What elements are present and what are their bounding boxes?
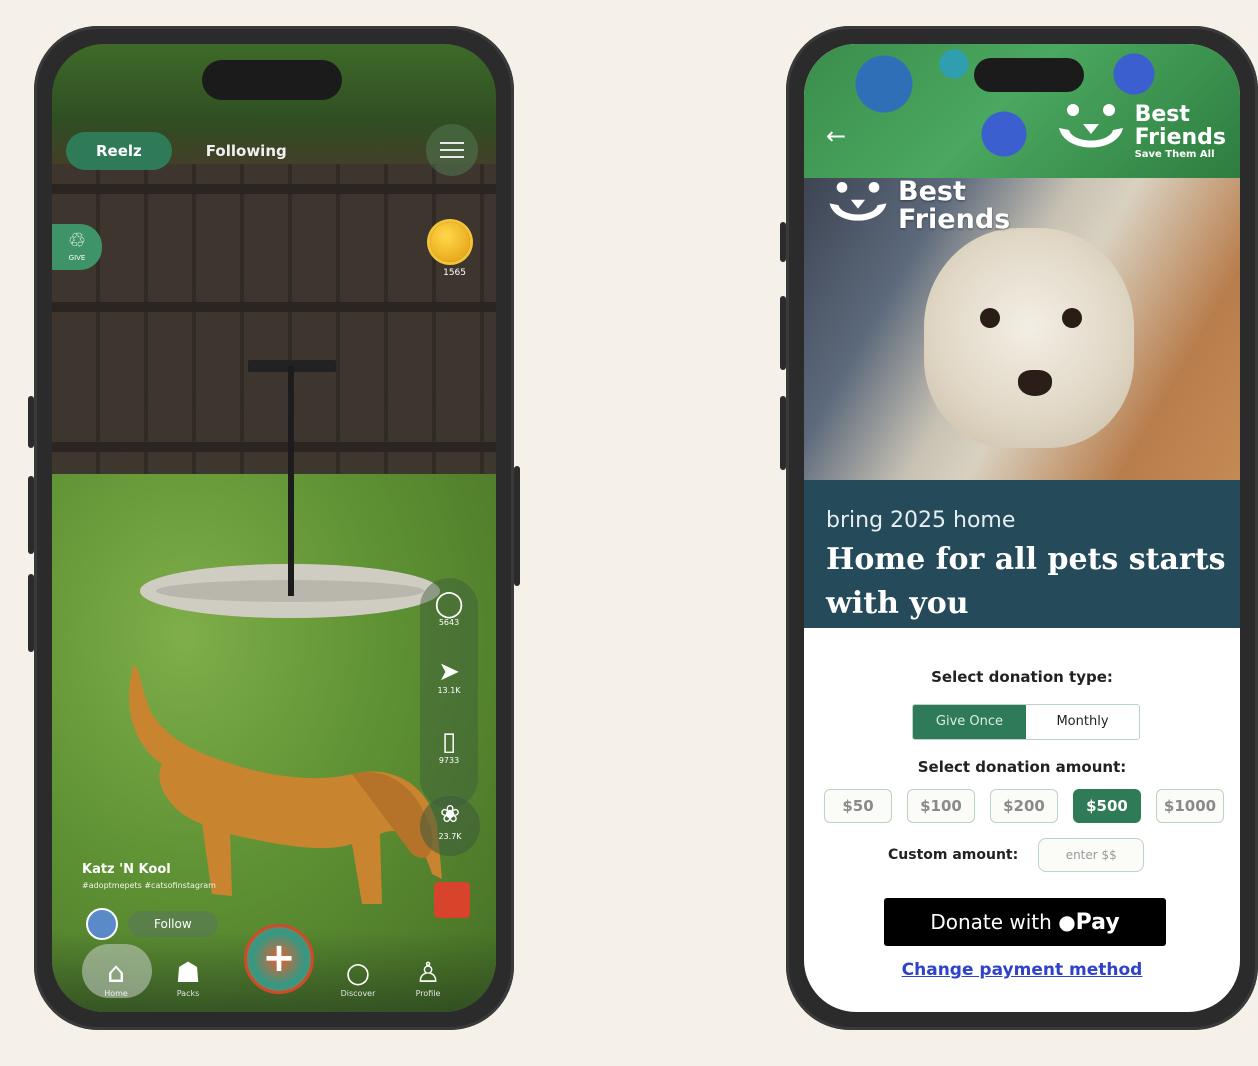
- coin-icon[interactable]: [430, 222, 470, 262]
- donation-type-label: Select donation type:: [931, 668, 1113, 686]
- action-rail: ◯ 5643 ➤ 13.1K ▯ 9733: [420, 578, 478, 808]
- side-button: [28, 574, 34, 652]
- paw-icon: ❀: [439, 800, 461, 828]
- bookmark-count: 9733: [438, 756, 460, 765]
- campaign-banner: bring 2025 home Home for all pets starts…: [804, 480, 1240, 628]
- creator-info: Katz 'N Kool #adoptmepets #catsofinstagr…: [82, 862, 216, 890]
- bookmark-button[interactable]: ▯ 9733: [420, 728, 478, 765]
- dog-eye: [980, 308, 1000, 328]
- feed-tabs: Reelz Following: [66, 132, 287, 170]
- photo-logo: Best Friends: [826, 178, 1010, 234]
- power-button: [514, 466, 520, 586]
- brand-line-2: Friends: [1134, 124, 1226, 150]
- comment-icon: ◯: [434, 589, 464, 619]
- comment-count: 5643: [438, 618, 460, 627]
- home-icon: ⌂: [107, 956, 125, 989]
- brand-logo: Best Friends Save Them All: [1055, 102, 1226, 160]
- nav-home-label: Home: [104, 989, 128, 998]
- paw-count: 23.7K: [438, 832, 462, 841]
- brand-tagline: Save Them All: [1134, 148, 1215, 160]
- side-button: [28, 476, 34, 554]
- monthly-option[interactable]: Monthly: [1026, 705, 1139, 739]
- video-fence-rail: [52, 442, 496, 452]
- nav-discover-label: Discover: [340, 989, 376, 998]
- reelz-screen: Reelz Following ♲ GIVE 1565 ◯ 5643 ➤ 13.…: [52, 44, 496, 1012]
- apple-pay-prefix: Donate with: [930, 910, 1052, 934]
- nav-profile[interactable]: ♙ Profile: [398, 956, 458, 999]
- creator-tags: #adoptmepets #catsofinstagram: [82, 881, 216, 890]
- photo-brand-line-1: Best: [898, 176, 966, 207]
- menu-icon-bar: [440, 149, 464, 151]
- donation-screen: ← Best Friends Save Them All Best Friend…: [804, 44, 1240, 1012]
- amount-options: $50 $100 $200 $500 $1000: [824, 789, 1224, 823]
- nav-profile-label: Profile: [415, 989, 441, 998]
- share-icon: ➤: [438, 657, 460, 687]
- donation-amount-label: Select donation amount:: [917, 758, 1127, 776]
- best-friends-logo-icon: [1058, 104, 1123, 148]
- custom-amount-label: Custom amount:: [888, 847, 1019, 863]
- paw-button[interactable]: ❀ 23.7K: [420, 796, 480, 856]
- video-stand: [288, 366, 294, 596]
- apple-pay-suffix: Pay: [1075, 910, 1120, 935]
- best-friends-logo-icon: [829, 182, 887, 221]
- change-payment-link[interactable]: Change payment method: [804, 960, 1240, 980]
- clapper-icon[interactable]: [434, 882, 470, 918]
- coin-count: 1565: [443, 268, 466, 278]
- give-button[interactable]: ♲ GIVE: [52, 224, 102, 270]
- nav-home[interactable]: ⌂ Home: [86, 956, 146, 999]
- amount-option-50[interactable]: $50: [824, 789, 892, 823]
- back-arrow-icon[interactable]: ←: [826, 122, 846, 150]
- dynamic-island: [202, 60, 342, 100]
- hero-photo: Best Friends: [804, 178, 1240, 480]
- hero-dog: [924, 228, 1134, 448]
- side-button: [780, 296, 786, 370]
- amount-option-100[interactable]: $100: [907, 789, 975, 823]
- share-button[interactable]: ➤ 13.1K: [420, 658, 478, 695]
- bookmark-icon: ▯: [441, 727, 457, 757]
- menu-button[interactable]: [426, 124, 478, 176]
- nav-packs[interactable]: ☗ Packs: [158, 956, 218, 999]
- amount-option-1000[interactable]: $1000: [1156, 789, 1224, 823]
- bottom-nav: ⌂ Home ☗ Packs + ○ Discover ♙ Profile: [52, 924, 496, 1012]
- phone-left: Reelz Following ♲ GIVE 1565 ◯ 5643 ➤ 13.…: [28, 26, 520, 1030]
- video-fence: [52, 164, 496, 484]
- give-label: GIVE: [68, 254, 86, 262]
- menu-icon-bar: [440, 142, 464, 144]
- nav-packs-label: Packs: [176, 989, 200, 998]
- phone-right: ← Best Friends Save Them All Best Friend…: [780, 26, 1258, 1030]
- side-button: [780, 222, 786, 262]
- menu-icon-bar: [440, 156, 464, 158]
- give-once-option[interactable]: Give Once: [913, 705, 1026, 739]
- share-count: 13.1K: [437, 686, 461, 695]
- side-button: [780, 396, 786, 470]
- create-button[interactable]: +: [244, 924, 314, 994]
- tab-following[interactable]: Following: [206, 142, 287, 160]
- donation-type-toggle: Give Once Monthly: [912, 704, 1140, 740]
- amount-option-500[interactable]: $500: [1073, 789, 1141, 823]
- apple-logo-icon: ●: [1058, 910, 1076, 934]
- packs-icon: ☗: [175, 956, 201, 989]
- video-fence-rail: [52, 184, 496, 194]
- photo-brand-line-2: Friends: [898, 204, 1011, 235]
- creator-name[interactable]: Katz 'N Kool: [82, 862, 216, 877]
- dynamic-island: [974, 58, 1084, 92]
- comment-button[interactable]: ◯ 5643: [420, 590, 478, 627]
- dog-nose: [1018, 370, 1052, 396]
- campaign-headline: Home for all pets starts with you: [826, 542, 1226, 621]
- custom-amount-input[interactable]: enter $$: [1038, 838, 1145, 872]
- video-fence-rail: [52, 302, 496, 312]
- brand-line-1: Best: [1134, 101, 1190, 127]
- dog-eye: [1062, 308, 1082, 328]
- side-button: [28, 396, 34, 448]
- apple-pay-button[interactable]: Donate with ●Pay: [884, 898, 1166, 946]
- search-icon: ○: [345, 956, 371, 989]
- profile-icon: ♙: [415, 956, 441, 989]
- custom-amount-row: Custom amount: enter $$: [888, 838, 1145, 872]
- tab-reelz[interactable]: Reelz: [66, 132, 172, 170]
- campaign-kicker: bring 2025 home: [826, 508, 1016, 533]
- amount-option-200[interactable]: $200: [990, 789, 1058, 823]
- nav-discover[interactable]: ○ Discover: [328, 956, 388, 999]
- bike-icon: ♲: [68, 228, 86, 252]
